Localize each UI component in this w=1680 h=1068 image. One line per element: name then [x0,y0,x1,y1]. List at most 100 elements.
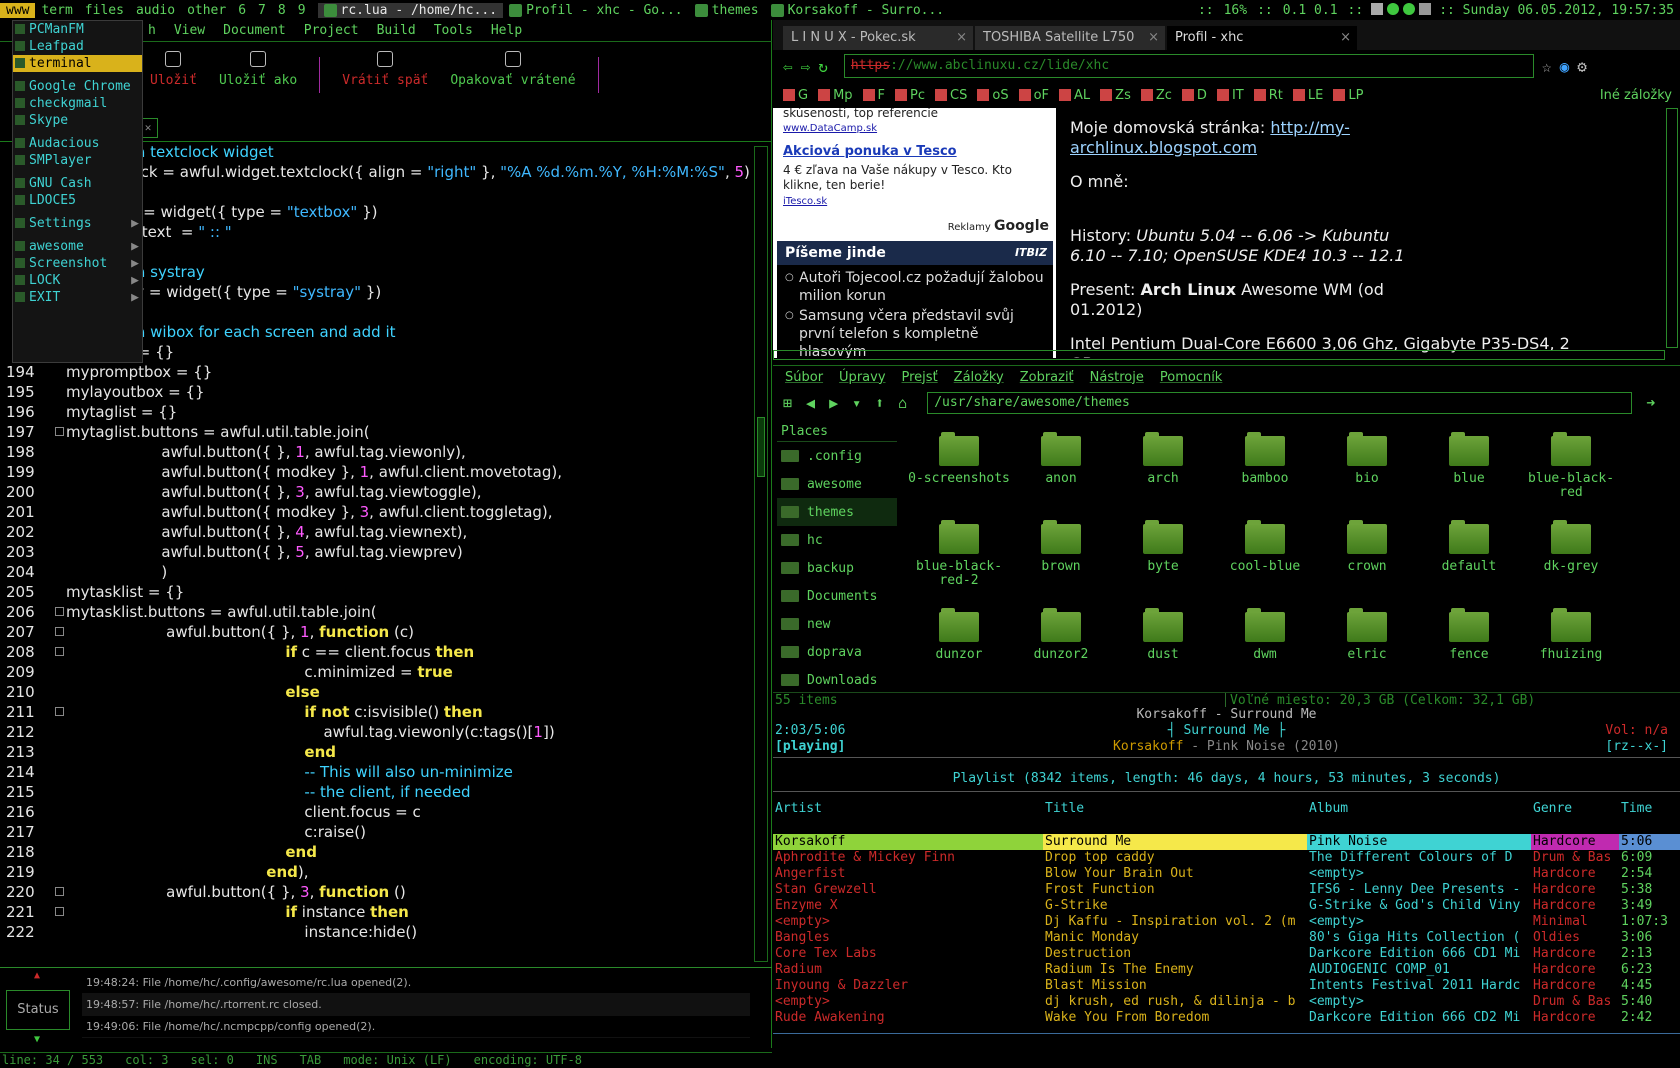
tab-close-icon[interactable]: × [1340,26,1351,50]
tab-close-icon[interactable]: × [956,26,967,50]
bookmark-item[interactable]: D [1181,88,1207,103]
tag-7[interactable]: 7 [252,3,272,18]
fm-menu-item[interactable]: Nástroje [1090,370,1144,385]
folder-item[interactable]: cool-blue [1214,514,1316,602]
tag-8[interactable]: 8 [272,3,292,18]
toolbar-button-3[interactable]: Opakovať vrátené [450,51,576,88]
ad-link[interactable]: iTesco.sk [783,196,827,207]
column-header[interactable]: Album [1309,801,1348,816]
back-icon[interactable]: ◀ [806,394,815,412]
place-item[interactable]: themes [777,498,897,526]
folder-item[interactable]: brown [1010,514,1112,602]
folder-item[interactable]: blue [1418,426,1520,514]
playlist-row[interactable]: Rude Awakening Wake You From Boredom Darkc… [773,1010,1680,1026]
news-item[interactable]: Autoři Tojecool.cz požadují žalobou mili… [785,269,1045,305]
menu-item-google-chrome[interactable]: Google Chrome [13,78,142,95]
menu-item-terminal[interactable]: terminal [13,55,142,72]
folder-item[interactable]: fhuizing [1520,602,1622,688]
menu-item-screenshot[interactable]: Screenshot ▶ [13,255,142,272]
ad-link[interactable]: www.DataCamp.sk [783,123,877,134]
bookmark-item[interactable]: Mp [818,88,853,103]
toolbar-button-2[interactable]: Vrátiť späť [342,51,428,88]
menu-document[interactable]: Document [223,23,286,38]
menu-item-smplayer[interactable]: SMPlayer [13,152,142,169]
other-bookmarks[interactable]: Iné záložky [1600,88,1680,103]
ad-title[interactable]: Akciová ponuka v Tesco [783,144,1053,159]
playlist-row[interactable]: Core Tex Labs Destruction Darkcore Edition… [773,946,1680,962]
page-hscrollbar[interactable] [773,350,1665,360]
fm-menu-item[interactable]: Pomocník [1160,370,1222,385]
playlist-row[interactable]: Bangles Manic Monday 80's Giga Hits Collec… [773,930,1680,946]
task-item[interactable]: Korsakoff - Surro... [765,3,951,18]
folder-item[interactable]: elric [1316,602,1418,688]
task-item[interactable]: rc.lua - /home/hc... [317,2,504,18]
address-bar[interactable]: https://www.abclinuxu.cz/lide/xhc [843,54,1534,78]
up-icon[interactable]: ⬆ [875,394,884,412]
browser-tab[interactable]: L I N U X - Pokec.sk × [783,26,973,50]
tray-icon[interactable] [1387,2,1400,15]
place-item[interactable]: awesome [777,470,897,498]
menu-build[interactable]: Build [377,23,416,38]
playlist-row[interactable]: Radium Radium Is The Enemy AUDIOGENIC COMP… [773,962,1680,978]
menu-help[interactable]: Help [491,23,522,38]
folder-item[interactable]: byte [1112,514,1214,602]
fold-toggle-icon[interactable] [55,887,64,896]
history-icon[interactable]: ▾ [852,394,861,412]
home-icon[interactable]: ⌂ [898,394,907,412]
new-tab-icon[interactable]: ⊞ [783,394,792,412]
menu-tools[interactable]: Tools [434,23,473,38]
playlist-row[interactable]: Angerfist Blow Your Brain Out <empty> Hardc… [773,866,1680,882]
tray-icon[interactable] [1419,2,1432,15]
toolbar-button-1[interactable]: Uložiť ako [219,51,297,88]
column-header[interactable]: Title [1045,801,1084,816]
playlist-row[interactable]: Enzyme X G-Strike G-Strike & God's Child V… [773,898,1680,914]
scrollbar-thumb[interactable] [757,417,765,477]
extension-icon[interactable]: ◉ [1560,57,1570,76]
menu-item-skype[interactable]: Skype [13,112,142,129]
folder-item[interactable]: fence [1418,602,1520,688]
menu-item-audacious[interactable]: Audacious [13,135,142,152]
playlist-row[interactable]: Aphrodite & Mickey Finn Drop top caddy The… [773,850,1680,866]
place-item[interactable]: backup [777,554,897,582]
menu-project[interactable]: Project [304,23,359,38]
playlist-row[interactable]: Korsakoff Surround Me Pink Noise Hardcore 5:… [773,834,1680,850]
menu-view[interactable]: View [174,23,205,38]
panel-down-arrow-icon[interactable]: ▼ [34,1034,40,1045]
playlist-row[interactable]: <empty> dj krush, ed rush, & dilinja - b <… [773,994,1680,1010]
folder-item[interactable]: default [1418,514,1520,602]
folder-item[interactable]: bamboo [1214,426,1316,514]
path-bar[interactable]: /usr/share/awesome/themes [927,392,1633,414]
bookmark-item[interactable]: LP [1333,88,1363,103]
menu-item-leafpad[interactable]: Leafpad [13,38,142,55]
tab-close-icon[interactable]: × [1148,26,1159,50]
folder-item[interactable]: dust [1112,602,1214,688]
fm-menu-item[interactable]: Zobraziť [1020,370,1074,385]
folder-item[interactable]: dwm [1214,602,1316,688]
folder-item[interactable]: blue-black-red [1520,426,1622,514]
ads-by-google[interactable]: Reklamy Google [948,218,1049,234]
bookmark-item[interactable]: F [862,88,885,103]
fm-menu-item[interactable]: Prejsť [902,370,938,385]
editor-scrollbar[interactable] [754,146,768,962]
folder-item[interactable]: crown [1316,514,1418,602]
playlist-row[interactable]: Inyoung & Dazzler Blast Mission Intents Fe… [773,978,1680,994]
place-item[interactable]: doprava [777,638,897,666]
menu-item-awesome[interactable]: awesome ▶ [13,238,142,255]
place-item[interactable]: new [777,610,897,638]
menu-item-exit[interactable]: EXIT ▶ [13,289,142,306]
reload-icon[interactable]: ↻ [818,57,828,76]
wrench-icon[interactable]: ⚙ [1577,57,1587,76]
folder-item[interactable]: bio [1316,426,1418,514]
fold-toggle-icon[interactable] [55,607,64,616]
back-icon[interactable]: ⇦ [783,57,793,76]
task-item[interactable]: Profil - xhc - Go... [503,3,689,18]
tag-other[interactable]: other [181,3,232,18]
bookmark-item[interactable]: CS [935,88,967,103]
fm-menu-item[interactable]: Úpravy [839,370,885,385]
places-header[interactable]: Places [777,422,897,442]
fm-menu-item[interactable]: Záložky [954,370,1004,385]
bookmark-item[interactable]: oF [1018,88,1049,103]
bookmark-item[interactable]: IT [1216,88,1244,103]
bookmark-item[interactable]: AL [1059,88,1090,103]
place-item[interactable]: hc [777,526,897,554]
